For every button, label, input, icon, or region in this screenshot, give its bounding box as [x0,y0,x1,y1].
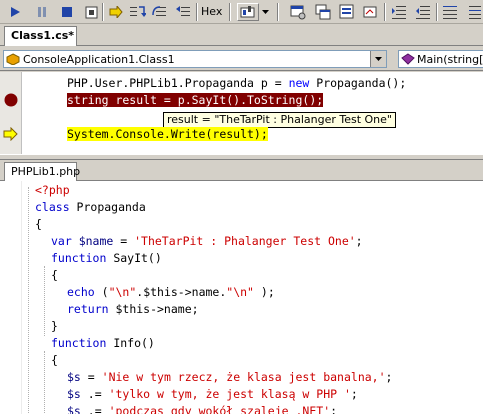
step-into-icon[interactable] [129,3,147,21]
callstack-icon[interactable] [338,3,356,21]
step-over-icon[interactable] [151,3,169,21]
debug-toolbar: Hex [0,0,483,24]
lower-code-editor[interactable]: <?php class Propaganda { var $name = 'Th… [0,181,483,414]
current-statement-line: System.Console.Write(result); [67,127,268,141]
breakpoint-line: string result = p.SayIt().ToString(); [67,93,324,107]
upper-code-editor[interactable]: PHP.User.PHPLib1.Propaganda p = new Prop… [0,72,483,154]
code-line: echo ("\n".$this->name."\n" ); [67,285,275,299]
outline-guide [44,266,45,336]
restart-icon[interactable] [82,3,100,21]
tab-class1-cs[interactable]: Class1.cs* [4,26,77,46]
php-tab-strip: PHPLib1.php [0,160,483,181]
outline-guide [28,187,29,414]
locals-icon[interactable] [314,3,332,21]
class-combo-value: ConsoleApplication1.Class1 [23,52,175,66]
tab-phplib1-php[interactable]: PHPLib1.php [4,162,80,181]
chevron-down-icon[interactable] [370,51,386,67]
comment-icon[interactable] [465,3,483,21]
code-line: PHP.User.PHPLib1.Propaganda p = new Prop… [67,76,407,90]
code-line: $s .= 'podczas gdy wokół szaleje .NET'; [67,404,338,414]
breakpoint-icon[interactable] [4,93,18,110]
code-line: { [35,217,42,231]
document-tab-strip: Class1.cs* [0,24,483,46]
code-line: $s = 'Nie w tym rzecz, że klasa jest ban… [67,370,393,384]
dropdown-arrow-icon[interactable] [259,3,271,21]
hex-toggle[interactable]: Hex [201,3,222,21]
code-line: return $this->name; [67,302,199,316]
step-out-icon[interactable] [174,3,192,21]
continue-icon[interactable] [6,3,24,21]
code-line: <?php [35,183,70,197]
code-line: class Propaganda [35,200,146,214]
outdent-icon[interactable] [414,3,432,21]
show-next-statement-icon[interactable] [107,3,125,21]
registers-icon[interactable] [362,3,380,21]
watch-icon[interactable] [289,3,307,21]
class-icon [6,53,20,65]
code-line: $s .= 'tylko w tym, że jest klasą w PHP … [67,387,358,401]
indent-icon[interactable] [390,3,408,21]
code-line: function SayIt() [51,251,162,265]
method-icon [401,53,415,65]
outline-guide [44,351,45,414]
member-combo-value: Main(string[] [417,52,483,66]
code-line: function Info() [51,336,155,350]
member-combo[interactable]: Main(string[] [398,50,483,68]
code-line: { [51,268,58,282]
pause-icon[interactable] [33,3,51,21]
align-icon[interactable] [441,3,459,21]
code-line: } [51,319,58,333]
class-combo[interactable]: ConsoleApplication1.Class1 [3,50,387,68]
breakpoints-icon[interactable] [237,3,259,21]
code-line: var $name = 'TheTarPit : Phalanger Test … [51,234,363,248]
stop-icon[interactable] [58,3,76,21]
navigation-bar: ConsoleApplication1.Class1 Main(string[] [0,47,483,71]
code-line: { [51,353,58,367]
indicator-margin [0,181,22,414]
current-statement-arrow-icon [3,126,19,144]
